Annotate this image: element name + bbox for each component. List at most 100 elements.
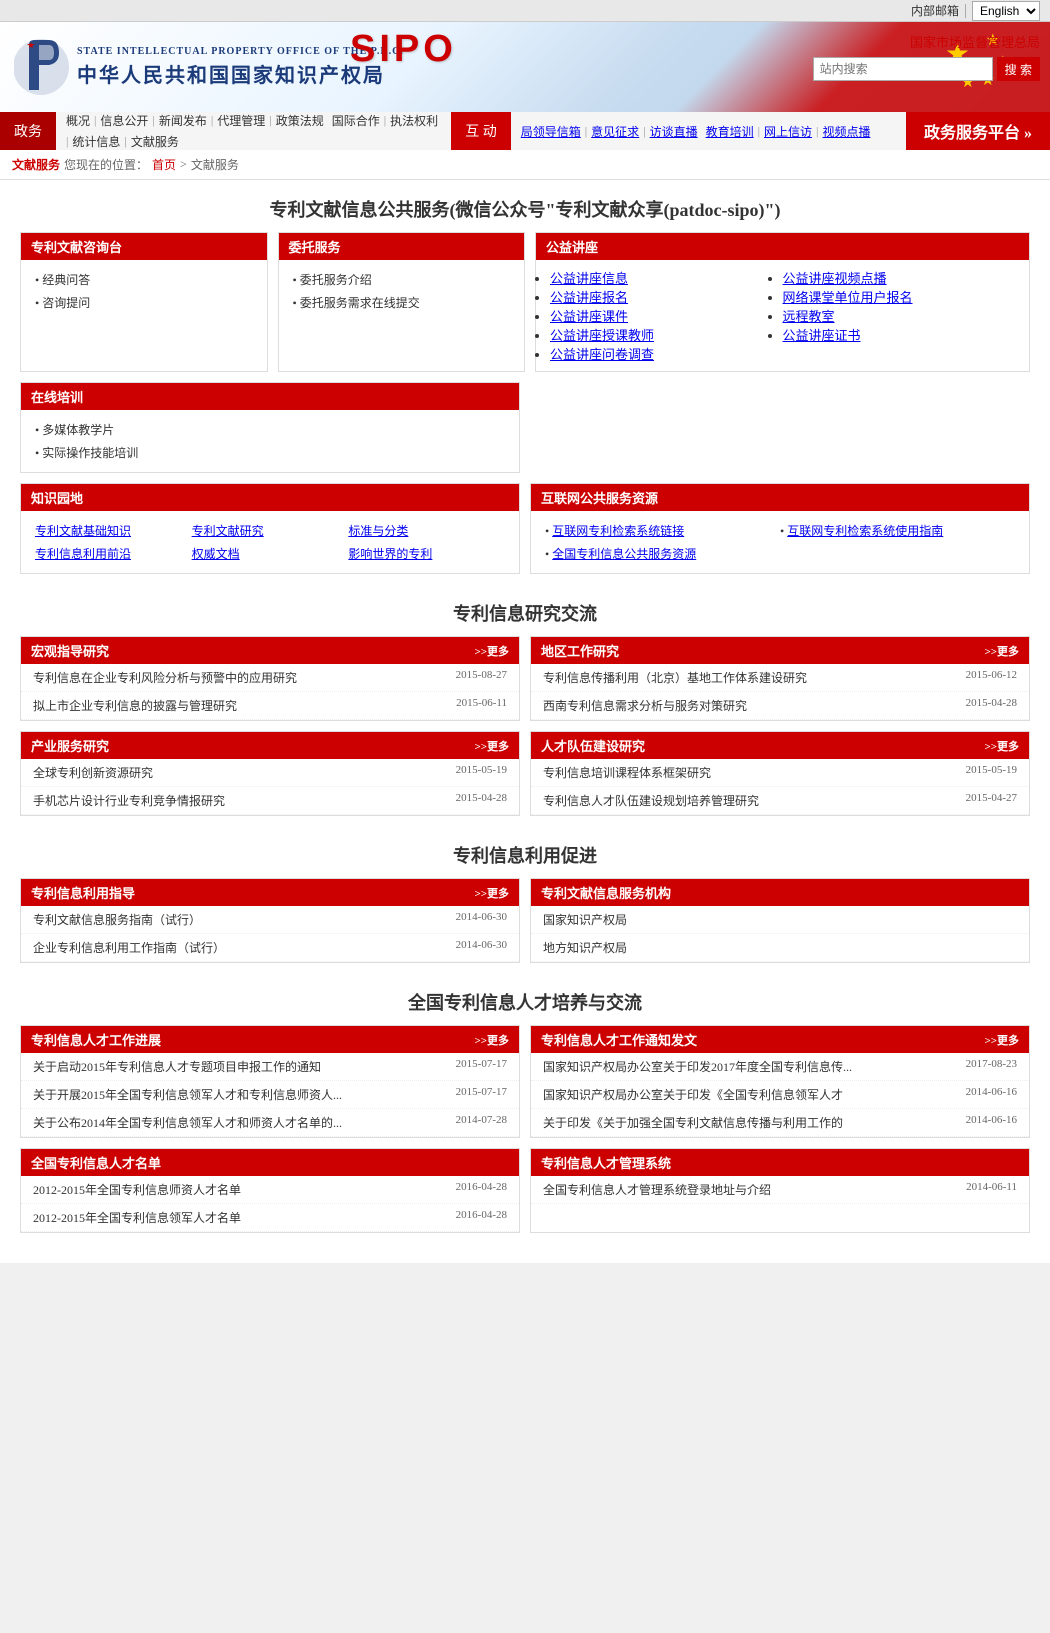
nav-video[interactable]: 视频点播 [822,123,870,140]
research-link-1-0[interactable]: 国家知识产权局办公室关于印发2017年度全国专利信息传... [543,1058,958,1075]
nav-link-policy[interactable]: 政策法规 [276,112,324,129]
research-item-1-0: 专利信息传播利用（北京）基地工作体系建设研究 2015-06-12 [531,664,1029,692]
logo-area[interactable]: STATE INTELLECTUAL PROPERTY OFFICE OF TH… [0,35,404,100]
research-date-3-0: 2015-05-19 [966,764,1017,781]
nav-hudong[interactable]: 互 动 [451,112,511,150]
research-link-1-1[interactable]: 国家知识产权局办公室关于印发《全国专利信息领军人才 [543,1086,958,1103]
research-header-title-3: 专利信息人才管理系统 [541,1153,671,1172]
list-item: 多媒体教学片 [35,418,505,441]
research-link-3-1[interactable]: 专利信息人才队伍建设规划培养管理研究 [543,792,958,809]
research-link-0-1[interactable]: 拟上市企业专利信息的披露与管理研究 [33,697,448,714]
research-card-1: 专利文献信息服务机构国家知识产权局地方知识产权局 [530,878,1030,963]
research-date-0-2: 2014-07-28 [456,1114,507,1131]
card-knowledge-header: 知识园地 [21,484,519,511]
nav-service[interactable]: 政务服务平台 » [906,112,1050,150]
card-lectures-col1: 公益讲座信息 公益讲座报名 公益讲座课件 公益讲座授课教师 公益讲座问卷调查 [550,268,783,363]
card-lectures: 公益讲座 公益讲座信息 公益讲座报名 公益讲座课件 公益讲座授课教师 公益讲座问… [535,232,1030,372]
nav-link-stats[interactable]: 统计信息 [72,133,120,150]
more-link-3[interactable]: >>更多 [984,738,1019,754]
research-header-title-3: 人才队伍建设研究 [541,736,645,755]
nav-leader-mail[interactable]: 局领导信箱 [521,123,581,140]
research-header-0: 专利信息利用指导>>更多 [21,879,519,906]
research-header-title-1: 专利信息人才工作通知发文 [541,1030,697,1049]
research-header-1: 专利信息人才工作通知发文 >>更多 [531,1026,1029,1053]
research-link-3-0[interactable]: 专利信息培训课程体系框架研究 [543,764,958,781]
card-internet: 互联网公共服务资源 • 互联网专利检索系统链接 • 全国专利信息公共服务资源 •… [530,483,1030,574]
research-link-2-1[interactable]: 2012-2015年全国专利信息领军人才名单 [33,1209,448,1226]
research-link-0-1[interactable]: 企业专利信息利用工作指南（试行） [33,939,448,956]
section4-title: 全国专利信息人才培养与交流 [20,973,1030,1025]
more-link-0[interactable]: >>更多 [474,643,509,659]
research-item-1-1: 地方知识产权局 [531,934,1029,962]
nav-link-news[interactable]: 新闻发布 [159,112,207,129]
more-link-0[interactable]: >>更多 [474,885,509,901]
research-item-0-1: 拟上市企业专利信息的披露与管理研究2015-06-11 [21,692,519,720]
list-item: 专利文献研究 [192,519,349,542]
research-date-3-0: 2014-06-11 [966,1181,1017,1198]
section4-grid: 专利信息人才工作进展>>更多关于启动2015年专利信息人才专题项目申报工作的通知… [20,1025,1030,1233]
nav-opinion[interactable]: 意见征求 [591,123,639,140]
research-header-3: 专利信息人才管理系统 [531,1149,1029,1176]
research-link-2-1[interactable]: 手机芯片设计行业专利竞争情报研究 [33,792,448,809]
research-link-1-0[interactable]: 国家知识产权局 [543,911,1017,928]
more-link-0[interactable]: >>更多 [474,1032,509,1048]
more-link-1[interactable]: >>更多 [984,1032,1019,1048]
list-item: 公益讲座问卷调查 [550,344,783,363]
research-link-0-1[interactable]: 关于开展2015年全国专利信息领军人才和专利信息师资人... [33,1086,448,1103]
nav-link-info[interactable]: 信息公开 [100,112,148,129]
research-header-2: 全国专利信息人才名单 [21,1149,519,1176]
research-link-1-2[interactable]: 关于印发《关于加强全国专利文献信息传播与利用工作的 [543,1114,958,1131]
research-card-1: 地区工作研究>>更多专利信息传播利用（北京）基地工作体系建设研究 2015-06-… [530,636,1030,721]
research-header-1: 专利文献信息服务机构 [531,879,1029,906]
nav-link-agent[interactable]: 代理管理 [217,112,265,129]
gov-link[interactable]: 国家市场监督管理总局 [910,32,1040,51]
research-link-0-2[interactable]: 关于公布2014年全国专利信息领军人才和师资人才名单的... [33,1114,448,1131]
nav-link-intl[interactable]: 国际合作 [332,112,380,129]
nav-interview[interactable]: 访谈直播 [650,123,698,140]
breadcrumb-section: 文献服务 [12,156,60,173]
research-link-3-0[interactable]: 全国专利信息人才管理系统登录地址与介绍 [543,1181,958,1198]
research-link-1-1[interactable]: 地方知识产权局 [543,939,1017,956]
research-link-1-0[interactable]: 专利信息传播利用（北京）基地工作体系建设研究 [543,669,958,686]
research-header-3: 人才队伍建设研究 >>更多 [531,732,1029,759]
research-header-1: 地区工作研究>>更多 [531,637,1029,664]
research-date-2-1: 2015-04-28 [456,792,507,809]
nav-zhengwu[interactable]: 政务 [0,112,56,150]
research-date-1-1: 2014-06-16 [966,1086,1017,1103]
nav-link-law[interactable]: 执法权利 [390,112,438,129]
list-item: 公益讲座证书 [783,325,1016,344]
research-item-0-2: 关于公布2014年全国专利信息领军人才和师资人才名单的... 2014-07-28 [21,1109,519,1137]
research-item-3-1: 专利信息人才队伍建设规划培养管理研究2015-04-27 [531,787,1029,815]
research-date-1-0: 2015-06-12 [966,669,1017,686]
nav-education[interactable]: 教育培训 [706,123,754,140]
research-header-title-2: 全国专利信息人才名单 [31,1153,161,1172]
research-link-0-0[interactable]: 专利信息在企业专利风险分析与预警中的应用研究 [33,669,448,686]
nav-link-docs[interactable]: 文献服务 [131,133,179,150]
search-button[interactable]: 搜 索 [997,57,1040,81]
more-link-1[interactable]: >>更多 [984,643,1019,659]
more-link-2[interactable]: >>更多 [474,738,509,754]
internal-mail-link[interactable]: 内部邮箱 [911,2,959,19]
nav-zhengwu-links: 概况| 信息公开| 新闻发布| 代理管理| 政策法规 国际合作| 执法权利| 统… [56,112,451,150]
research-card-1: 专利信息人才工作通知发文 >>更多国家知识产权局办公室关于印发2017年度全国专利… [530,1025,1030,1138]
research-link-2-0[interactable]: 2012-2015年全国专利信息师资人才名单 [33,1181,448,1198]
research-link-0-0[interactable]: 专利文献信息服务指南（试行） [33,911,448,928]
research-item-0-0: 专利信息在企业专利风险分析与预警中的应用研究2015-08-27 [21,664,519,692]
main-nav: 政务 概况| 信息公开| 新闻发布| 代理管理| 政策法规 国际合作| 执法权利… [0,112,1050,150]
research-link-2-0[interactable]: 全球专利创新资源研究 [33,764,448,781]
card-knowledge: 知识园地 专利文献基础知识 专利信息利用前沿 专利文献研究 权威文档 标准与分类… [20,483,520,574]
research-card-0: 专利信息人才工作进展>>更多关于启动2015年专利信息人才专题项目申报工作的通知… [20,1025,520,1138]
research-card-0: 专利信息利用指导>>更多专利文献信息服务指南（试行）2014-06-30 企业专利… [20,878,520,963]
language-select[interactable]: English 中文 [972,1,1040,21]
research-header-title-1: 专利文献信息服务机构 [541,883,671,902]
section1-row3: 知识园地 专利文献基础知识 专利信息利用前沿 专利文献研究 权威文档 标准与分类… [20,483,1030,574]
nav-link-gaik[interactable]: 概况 [66,112,90,129]
research-item-0-0: 专利文献信息服务指南（试行）2014-06-30 [21,906,519,934]
breadcrumb-home[interactable]: 首页 [152,156,176,173]
top-bar: 内部邮箱 English 中文 [0,0,1050,22]
research-link-1-1[interactable]: 西南专利信息需求分析与服务对策研究 [543,697,958,714]
search-input[interactable] [813,57,993,81]
research-link-0-0[interactable]: 关于启动2015年专利信息人才专题项目申报工作的通知 [33,1058,448,1075]
card-consultation: 专利文献咨询台 经典问答 咨询提问 [20,232,268,372]
nav-petition[interactable]: 网上信访 [764,123,812,140]
